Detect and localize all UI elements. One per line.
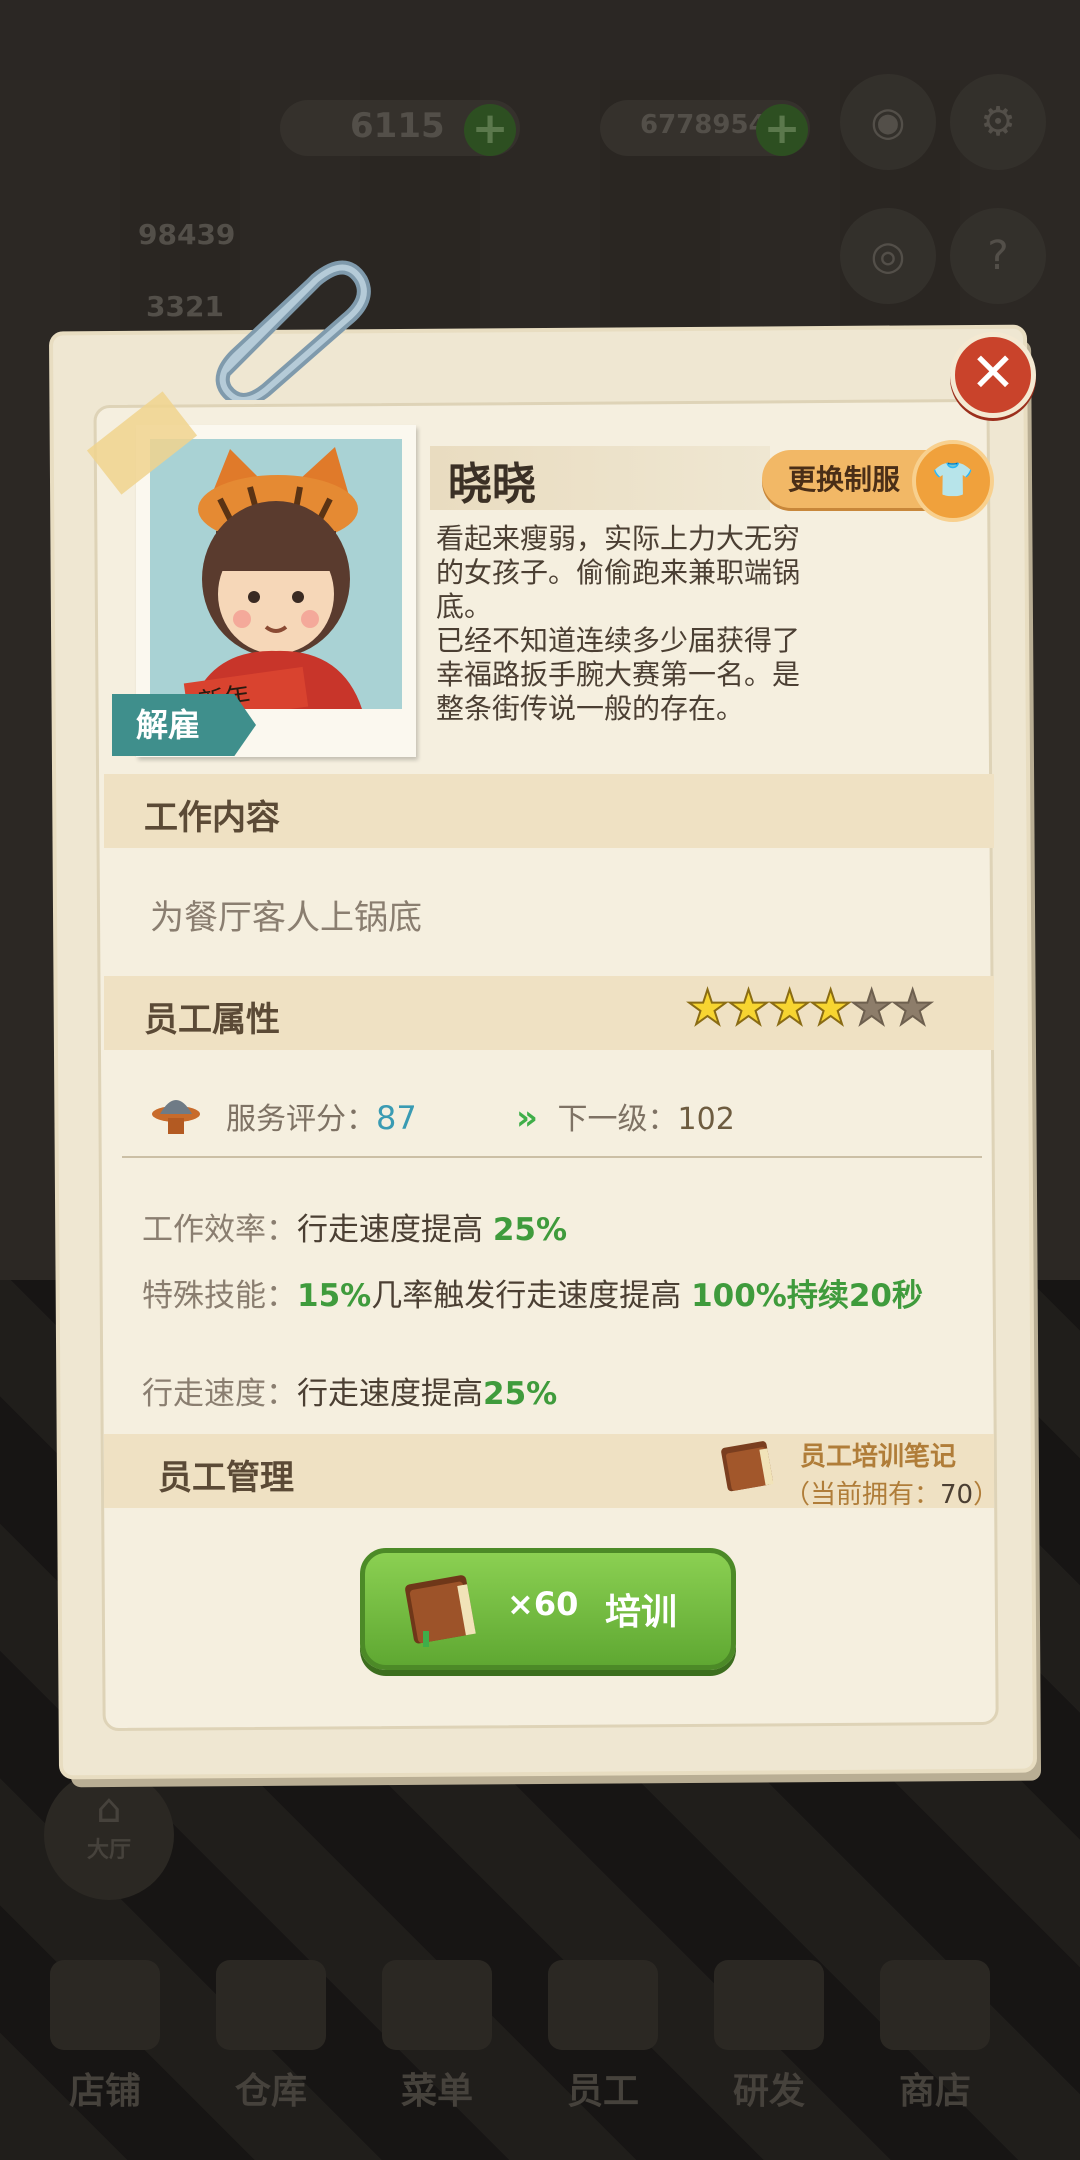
star-filled-icon: ★ <box>808 980 853 1036</box>
skill-chance: 15% <box>297 1278 372 1314</box>
training-book-icon <box>721 1441 774 1492</box>
next-level-label: 下一级： <box>557 1102 678 1137</box>
star-filled-icon: ★ <box>726 980 771 1036</box>
next-level: » 下一级：102 <box>516 1094 735 1138</box>
efficiency-text: 行走速度提高 <box>297 1212 483 1248</box>
shirt-icon: 👕 <box>912 440 994 522</box>
work-content-text: 为餐厅客人上锅底 <box>150 898 422 938</box>
skill-row: 特殊技能：15%几率触发行走速度提高 100%持续20秒 <box>142 1270 923 1315</box>
paperclip-icon <box>215 260 371 400</box>
close-button[interactable]: ✕ <box>950 332 1036 418</box>
owned-prefix: （当前拥有： <box>784 1480 941 1510</box>
staff-name: 晓晓 <box>448 459 536 510</box>
training-notes-label: 员工培训笔记 <box>800 1442 957 1472</box>
speed-text: 行走速度提高 <box>297 1376 483 1412</box>
hotpot-icon <box>152 1100 200 1134</box>
owned-suffix: ） <box>973 1480 1000 1510</box>
training-book-icon <box>405 1575 476 1647</box>
efficiency-row: 工作效率：行走速度提高 25% <box>142 1204 567 1249</box>
star-filled-icon: ★ <box>685 980 730 1036</box>
change-uniform-button[interactable]: 更换制服 👕 <box>762 440 994 522</box>
train-cost: ×60 <box>507 1585 579 1623</box>
service-score: 服务评分：87 <box>226 1094 417 1138</box>
train-button[interactable]: ×60 培训 <box>360 1548 736 1670</box>
staff-description: 看起来瘦弱，实际上力大无穷 的女孩子。偷偷跑来兼职端锅 底。 已经不知道连续多少… <box>436 522 801 725</box>
training-notes-owned: （当前拥有：70） <box>784 1474 999 1511</box>
character-illustration: 新年 <box>183 447 362 709</box>
skill-label: 特殊技能： <box>142 1278 297 1314</box>
change-uniform-label: 更换制服 <box>788 463 901 496</box>
star-filled-icon: ★ <box>767 980 812 1036</box>
skill-text: 几率触发行走速度提高 <box>371 1278 682 1314</box>
star-empty-icon: ★ <box>890 980 935 1036</box>
service-score-label: 服务评分： <box>226 1102 376 1137</box>
efficiency-label: 工作效率： <box>142 1212 297 1248</box>
speed-label: 行走速度： <box>142 1376 297 1412</box>
next-level-value: 102 <box>677 1102 735 1137</box>
work-content-header: 工作内容 <box>104 774 994 848</box>
attributes-title: 员工属性 <box>144 1000 280 1040</box>
management-title: 员工管理 <box>158 1458 294 1498</box>
speed-value: 25% <box>483 1376 558 1412</box>
dismiss-button[interactable]: 解雇 <box>112 694 256 756</box>
staff-portrait: 新年 <box>150 439 402 709</box>
train-label: 培训 <box>605 1592 678 1633</box>
skill-value: 100%持续20秒 <box>691 1278 923 1314</box>
star-empty-icon: ★ <box>849 980 894 1036</box>
efficiency-value: 25% <box>492 1212 568 1248</box>
speed-row: 行走速度：行走速度提高25% <box>142 1368 557 1413</box>
service-score-value: 87 <box>376 1099 417 1137</box>
divider <box>122 1156 982 1158</box>
work-content-title: 工作内容 <box>144 798 280 838</box>
owned-value: 70 <box>940 1480 974 1510</box>
double-chevron-right-icon: » <box>516 1098 538 1138</box>
star-rating: ★★★★★★ <box>685 980 935 1036</box>
